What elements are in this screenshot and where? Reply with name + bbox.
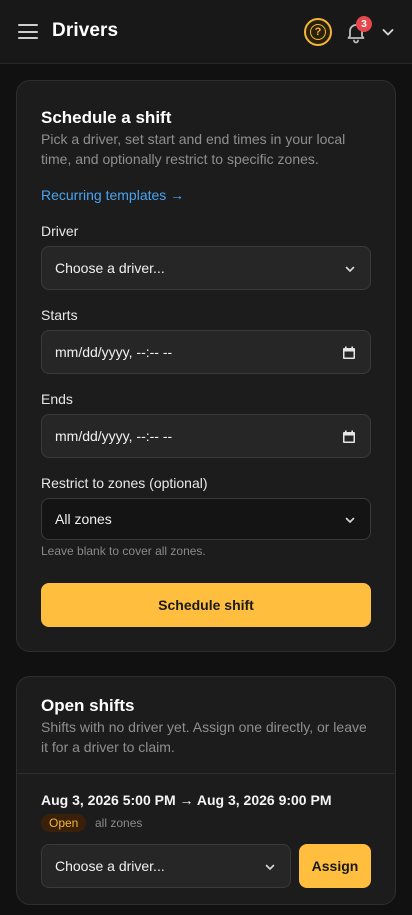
open-shifts-subtitle: Shifts with no driver yet. Assign one di… [41,719,367,755]
chevron-down-icon [265,864,275,870]
assign-driver-value: Choose a driver... [55,858,165,874]
shift-time-range: Aug 3, 2026 5:00 PM → Aug 3, 2026 9:00 P… [41,792,332,808]
assign-button[interactable]: Assign [299,844,371,888]
divider [17,773,395,774]
top-bar: Drivers ? 3 [0,0,412,64]
chevron-down-icon[interactable] [381,25,395,39]
help-button[interactable]: ? [304,18,332,46]
driver-label: Driver [41,223,79,239]
ends-input-value: mm/dd/yyyy, --:-- -- [55,428,173,444]
schedule-card-subtitle: Pick a driver, set start and end times i… [41,131,346,167]
ends-label: Ends [41,391,73,407]
recurring-templates-link[interactable]: Recurring templates → [41,187,184,203]
schedule-shift-button[interactable]: Schedule shift [41,583,371,627]
menu-icon[interactable] [18,23,38,40]
ends-datetime-input[interactable]: mm/dd/yyyy, --:-- -- [41,414,371,458]
zones-hint: Leave blank to cover all zones. [41,544,206,558]
page-title: Drivers [52,20,119,41]
assign-driver-select[interactable]: Choose a driver... [41,844,291,888]
chevron-down-icon [345,266,355,272]
calendar-icon[interactable] [342,430,356,444]
notification-count-badge: 3 [356,16,372,32]
zones-select-value: All zones [55,511,112,527]
driver-select-value: Choose a driver... [55,260,165,276]
zones-select[interactable]: All zones [41,498,371,540]
schedule-card-title: Schedule a shift [41,108,172,127]
driver-select[interactable]: Choose a driver... [41,246,371,290]
status-badge: Open [41,814,87,832]
calendar-icon[interactable] [342,346,356,360]
schedule-shift-card: Schedule a shift Pick a driver, set star… [16,80,396,652]
starts-input-value: mm/dd/yyyy, --:-- -- [55,344,173,360]
zones-label: Restrict to zones (optional) [41,475,208,491]
starts-label: Starts [41,307,78,323]
open-shifts-title: Open shifts [41,696,135,715]
shift-zones: all zones [95,816,143,830]
starts-datetime-input[interactable]: mm/dd/yyyy, --:-- -- [41,330,371,374]
open-shifts-card: Open shifts Shifts with no driver yet. A… [16,676,396,905]
chevron-down-icon [345,517,355,523]
question-icon: ? [310,24,326,40]
